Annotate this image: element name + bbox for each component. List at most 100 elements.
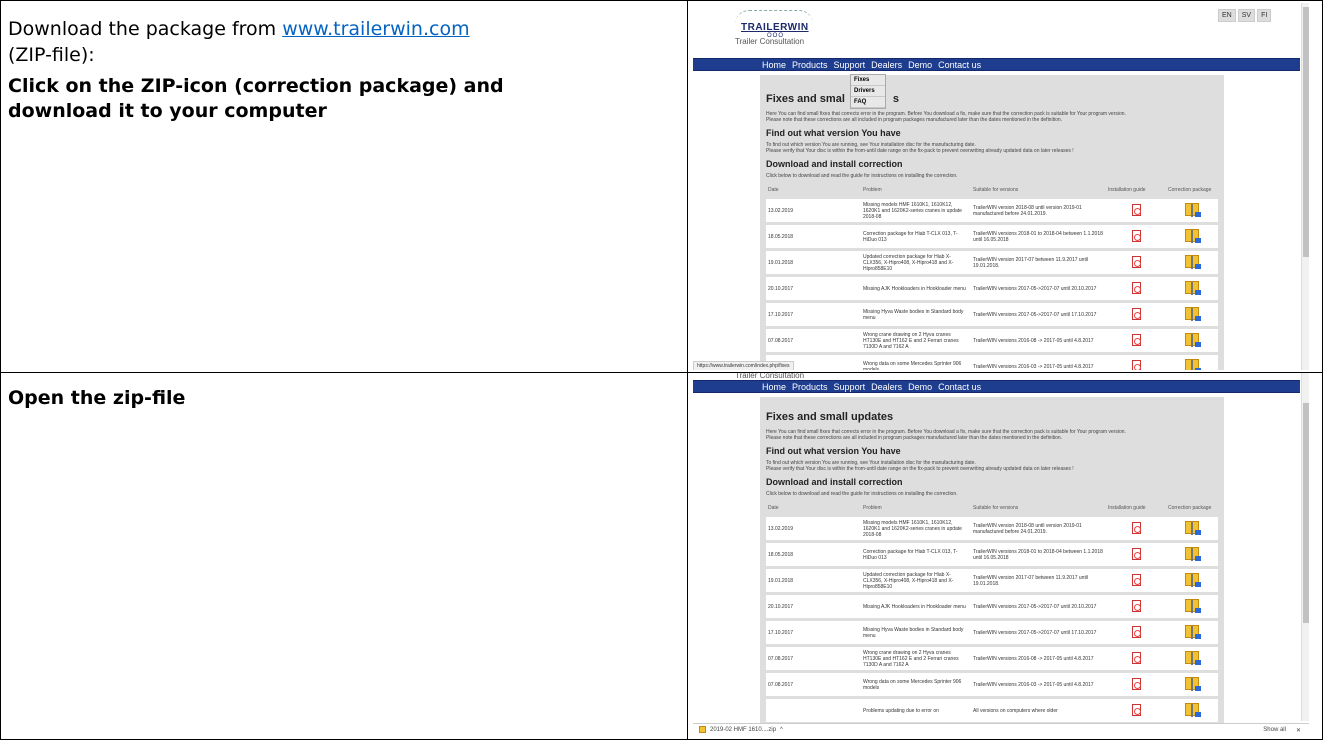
downloaded-file[interactable]: 2019-02 HMF 1610....zip ^: [699, 726, 783, 733]
zip-icon[interactable]: [1185, 359, 1201, 370]
browser-download-bar: 2019-02 HMF 1610....zip ^ Show all ✕: [693, 723, 1309, 738]
trailerwin-link[interactable]: www.trailerwin.com: [282, 18, 469, 40]
nav-contact[interactable]: Contact us: [938, 59, 981, 70]
zip-icon[interactable]: [1185, 255, 1201, 269]
col-guide: Installation guide: [1108, 187, 1146, 193]
pdf-icon[interactable]: [1131, 677, 1141, 690]
pdf-icon[interactable]: [1131, 651, 1141, 664]
cell-date: 07.08.2017: [766, 329, 861, 352]
status-url: https://www.trailerwin.com/index.php/fix…: [693, 361, 794, 370]
instruction-table: Download the package from www.trailerwin…: [0, 0, 1323, 740]
pdf-icon[interactable]: [1131, 547, 1141, 560]
download-text: Download the package from: [8, 18, 283, 40]
cell-date: 18.05.2018: [766, 543, 861, 566]
heading-download: Download and install correction: [766, 159, 903, 169]
lang-en[interactable]: EN: [1218, 9, 1236, 22]
cell-versions: TrailerWIN versions 2017-05->2017-07 unt…: [971, 303, 1106, 326]
trailerwin-logo[interactable]: TRAILERWIN OOO Trailer Consultation: [735, 10, 813, 48]
cell-date: 18.05.2018: [766, 225, 861, 248]
nav-support[interactable]: Support: [834, 59, 866, 70]
pdf-icon[interactable]: [1131, 281, 1141, 294]
lang-sv[interactable]: SV: [1237, 9, 1256, 22]
table-row: 07.08.2017 Wrong data on some Mercedes S…: [766, 673, 1218, 696]
table-row: Problems updating due to error on All ve…: [766, 699, 1218, 722]
zip-icon[interactable]: [1185, 677, 1201, 691]
nav-demo[interactable]: Demo: [908, 381, 932, 392]
cell-problem: Updated correction package for Hiab X-CL…: [861, 251, 971, 274]
download-text-small: Click below to download and read the gui…: [766, 491, 958, 497]
intro-text-2: Please note that these corrections are a…: [766, 435, 1063, 441]
pdf-icon[interactable]: [1131, 255, 1141, 268]
zip-icon[interactable]: [1185, 307, 1201, 321]
zip-file-icon: [699, 726, 706, 733]
cell-versions: TrailerWIN version 2017-07 between 11.9.…: [971, 569, 1106, 592]
pdf-icon[interactable]: [1131, 333, 1141, 346]
zip-icon[interactable]: [1185, 573, 1201, 587]
pdf-icon[interactable]: [1131, 229, 1141, 242]
pdf-icon[interactable]: [1131, 521, 1141, 534]
page-title: Fixes and smal s: [766, 93, 899, 105]
zip-icon[interactable]: [1185, 599, 1201, 613]
zip-icon[interactable]: [1185, 203, 1201, 217]
download-filename[interactable]: 2019-02 HMF 1610....zip: [710, 727, 776, 733]
pdf-icon[interactable]: [1131, 703, 1141, 716]
intro-text-2: Please note that these corrections are a…: [766, 117, 1063, 123]
caret-up-icon[interactable]: ^: [780, 727, 783, 733]
pdf-icon[interactable]: [1131, 203, 1141, 216]
cell-problem: Missing models HMF 1610K1, 1610K12, 1620…: [861, 199, 971, 222]
table-column-divider: [687, 0, 688, 740]
zip-icon[interactable]: [1185, 651, 1201, 665]
col-guide: Installation guide: [1108, 505, 1146, 511]
pdf-icon[interactable]: [1131, 359, 1141, 370]
col-problem: Problem: [863, 187, 882, 193]
logo-subtitle: Trailer Consultation: [735, 373, 805, 380]
zip-icon[interactable]: [1185, 547, 1201, 561]
nav-support[interactable]: Support: [834, 381, 866, 392]
page-title: Fixes and small updates: [766, 411, 894, 423]
zip-icon[interactable]: [1185, 281, 1201, 295]
show-all-button[interactable]: Show all: [1263, 727, 1286, 734]
table-row: 07.08.2017 Wrong crane drawing on 2 Hyva…: [766, 329, 1218, 352]
menu-item-drivers[interactable]: Drivers: [851, 86, 885, 97]
nav-dealers[interactable]: Dealers: [871, 59, 902, 70]
nav-home[interactable]: Home: [762, 59, 786, 70]
nav-dealers[interactable]: Dealers: [871, 381, 902, 392]
cell-date: 17.10.2017: [766, 303, 861, 326]
zip-icon[interactable]: [1185, 625, 1201, 639]
zip-icon[interactable]: [1185, 703, 1201, 717]
pdf-icon[interactable]: [1131, 573, 1141, 586]
cell-date: [766, 699, 861, 722]
zip-icon[interactable]: [1185, 333, 1201, 347]
cell-problem: Missing models HMF 1610K1, 1610K12, 1620…: [861, 517, 971, 540]
scrollbar-thumb[interactable]: [1303, 403, 1309, 623]
menu-item-fixes[interactable]: Fixes: [851, 75, 885, 86]
cell-date: 13.02.2019: [766, 517, 861, 540]
nav-demo[interactable]: Demo: [908, 59, 932, 70]
heading-find-version: Find out what version You have: [766, 446, 901, 456]
pdf-icon[interactable]: [1131, 307, 1141, 320]
table-row: 17.10.2017 Missing Hyva Waste bodies in …: [766, 621, 1218, 644]
cell-versions: TrailerWIN versions 2016-03 -> 2017-05 u…: [971, 355, 1106, 370]
scrollbar[interactable]: [1301, 3, 1309, 370]
cell-versions: TrailerWIN versions 2016-08 -> 2017-05 u…: [971, 647, 1106, 670]
cell-problem: Correction package for Hiab T-CLX 013, T…: [861, 543, 971, 566]
fixes-content: Fixes and smal s Here You can find small …: [760, 75, 1224, 370]
pdf-icon[interactable]: [1131, 625, 1141, 638]
lang-fi[interactable]: FI: [1257, 9, 1272, 22]
pdf-icon[interactable]: [1131, 599, 1141, 612]
fixes-table: Date Problem Suitable for versions Insta…: [766, 184, 1218, 370]
cell-problem: Wrong data on some Mercedes Sprinter 906…: [861, 673, 971, 696]
nav-contact[interactable]: Contact us: [938, 381, 981, 392]
close-icon[interactable]: ✕: [1296, 727, 1301, 734]
download-text-small: Click below to download and read the gui…: [766, 173, 958, 179]
scrollbar-thumb[interactable]: [1303, 7, 1309, 257]
cell-problem: Wrong crane drawing on 2 Hyva cranes HT1…: [861, 329, 971, 352]
zip-icon[interactable]: [1185, 521, 1201, 535]
menu-item-faq[interactable]: FAQ: [851, 97, 885, 108]
scrollbar[interactable]: [1301, 373, 1309, 721]
nav-products[interactable]: Products: [792, 381, 828, 392]
nav-products[interactable]: Products: [792, 59, 828, 70]
zip-icon[interactable]: [1185, 229, 1201, 243]
nav-home[interactable]: Home: [762, 381, 786, 392]
table-row: 19.01.2018 Updated correction package fo…: [766, 569, 1218, 592]
